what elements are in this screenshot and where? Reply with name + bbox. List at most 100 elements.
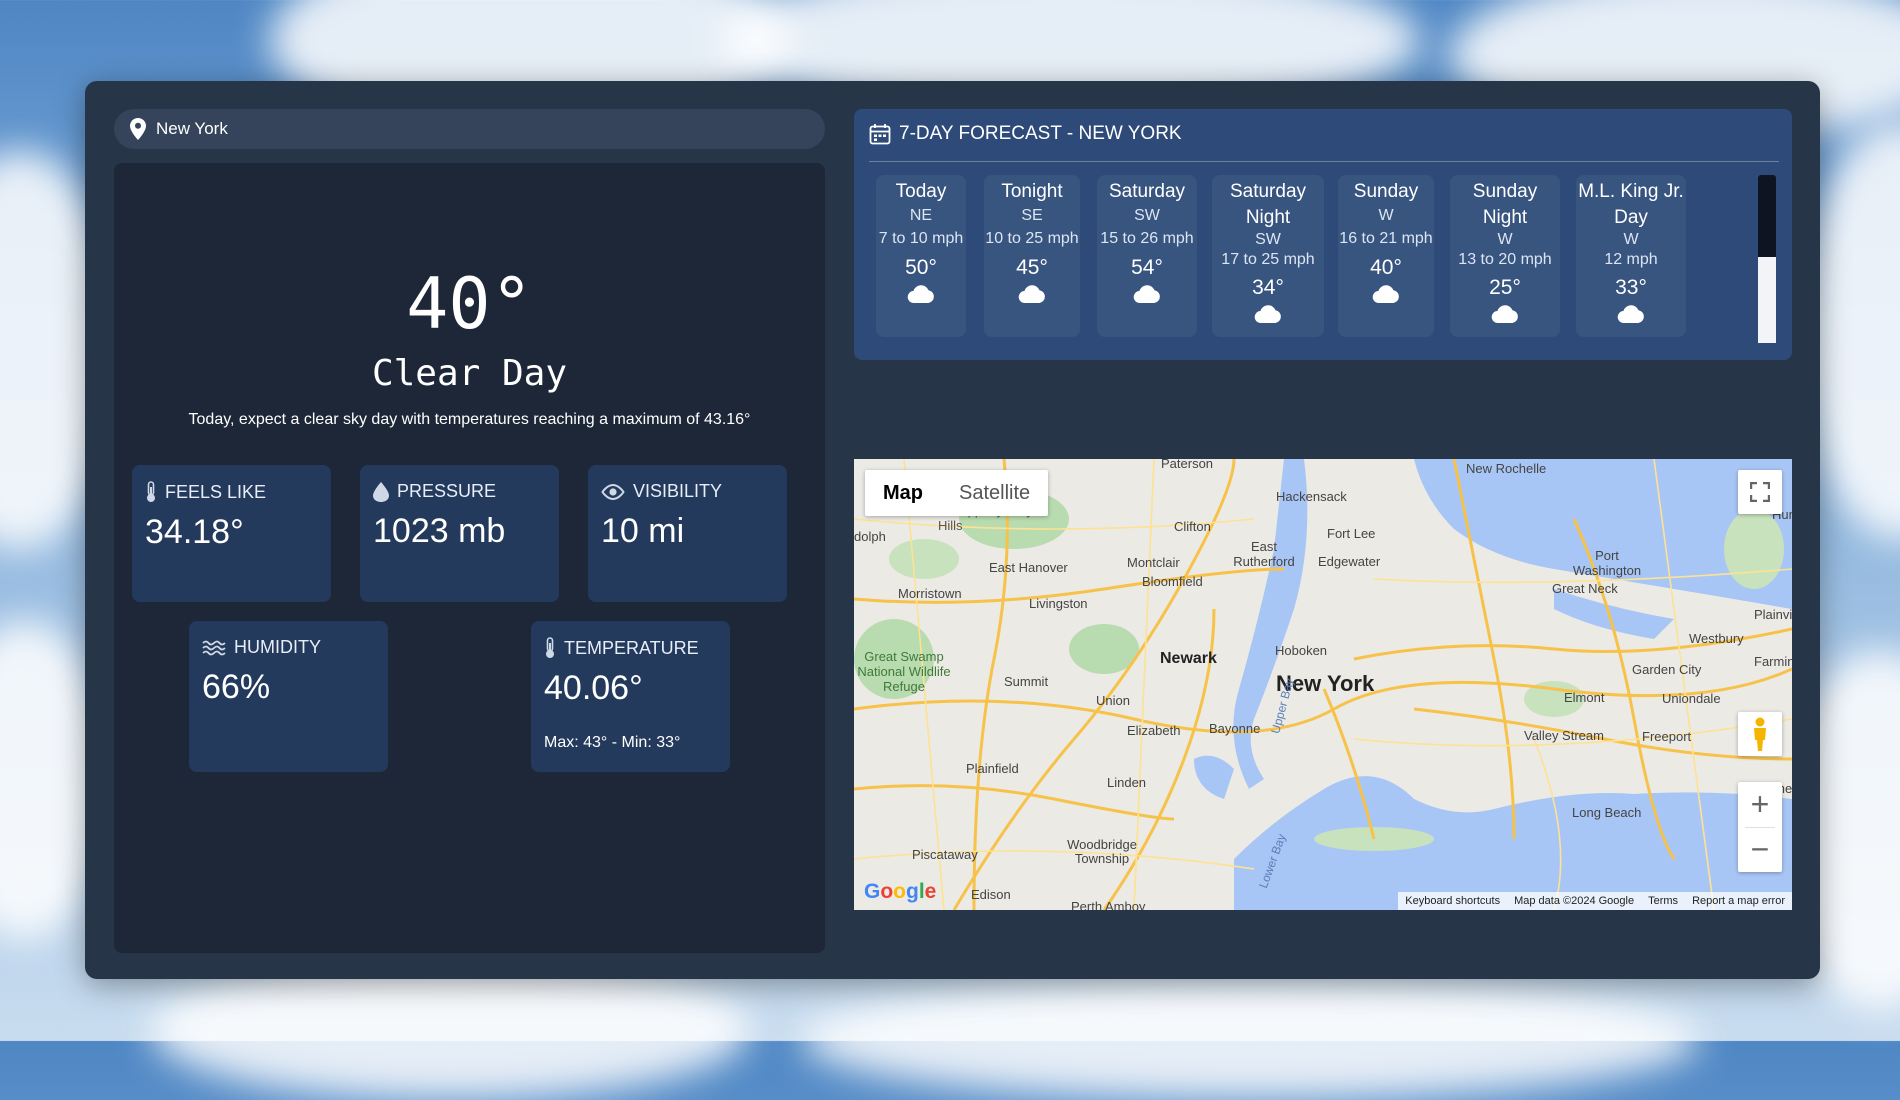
map-label: East Hanover (989, 560, 1068, 575)
zoom-in-button[interactable]: + (1738, 782, 1782, 827)
map-label: Bloomfield (1142, 574, 1203, 589)
map-label: New Rochelle (1466, 461, 1547, 476)
wind-direction: W (1623, 231, 1639, 248)
cloud-icon (1254, 305, 1281, 323)
day-temperature: 25° (1489, 276, 1521, 299)
cloud-icon (1372, 285, 1399, 303)
map-label: Edgewater (1318, 554, 1381, 569)
location-pin-icon (130, 118, 146, 140)
zoom-control: + − (1738, 782, 1782, 872)
map-label: Valley Stream (1524, 728, 1604, 743)
map-label: Great Neck (1552, 581, 1618, 596)
wind-direction: W (1378, 207, 1394, 224)
current-condition: Clear Day (371, 353, 568, 394)
cloud-icon (1491, 305, 1518, 323)
pressure-value: 1023 mb (373, 512, 506, 550)
cloud-icon (1617, 305, 1644, 323)
map-label: Great Swamp National Wildlife Refuge (857, 649, 951, 694)
calendar-icon (869, 124, 891, 145)
map-data-credit: Map data ©2024 Google (1514, 895, 1635, 907)
cloud-icon (1133, 285, 1160, 303)
map-label: Elmont (1564, 690, 1605, 705)
map-label: Bayonne (1209, 721, 1261, 736)
wind-speed: 17 to 25 mph (1221, 251, 1315, 268)
map-label: dolph (854, 529, 886, 544)
map-type-map-button[interactable]: Map (865, 470, 941, 516)
map-label: Westbury (1689, 631, 1744, 646)
day-name: Saturday (1108, 181, 1186, 202)
map-label: Summit (1004, 674, 1049, 689)
temperature-card: TEMPERATURE 40.06° Max: 43° - Min: 33° (531, 621, 730, 772)
day-name: M.L. King Jr. Day (1578, 181, 1684, 228)
feels-like-label: FEELS LIKE (165, 481, 267, 502)
day-temperature: 45° (1016, 256, 1048, 279)
day-temperature: 54° (1131, 256, 1163, 279)
map-label: Union (1096, 693, 1130, 708)
map-label: Freeport (1642, 729, 1692, 744)
day-temperature: 40° (1370, 256, 1402, 279)
forecast-day: Saturday Night SW 17 to 25 mph 34° (1212, 175, 1324, 337)
map-label: Clifton (1174, 519, 1211, 534)
terms-link[interactable]: Terms (1641, 895, 1685, 907)
keyboard-shortcuts-link[interactable]: Keyboard shortcuts (1398, 895, 1507, 907)
visibility-label: VISIBILITY (633, 481, 723, 501)
forecast-day: Sunday Night W 13 to 20 mph 25° (1450, 175, 1560, 337)
google-logo[interactable]: Google (864, 880, 936, 904)
forecast-scrollbar[interactable] (1758, 175, 1776, 343)
forecast-day: Tonight SE 10 to 25 mph 45° (984, 175, 1080, 337)
fullscreen-button[interactable] (1738, 470, 1782, 514)
map-label: Edison (971, 887, 1011, 902)
scrollbar-thumb[interactable] (1758, 257, 1776, 343)
visibility-value: 10 mi (601, 512, 685, 550)
forecast-day: Today NE 7 to 10 mph 50° (876, 175, 966, 337)
forecast-day: Sunday W 16 to 21 mph 40° (1338, 175, 1434, 337)
map-label: Perth Amboy (1071, 899, 1146, 910)
wind-direction: SW (1255, 231, 1281, 248)
pressure-card: PRESSURE 1023 mb (360, 465, 559, 602)
map[interactable]: New York Newark Paterson New Rochelle Ha… (854, 459, 1792, 910)
map-label: Newark (1160, 650, 1217, 667)
weather-panel: New York 40° Clear Day Today, expect a c… (85, 81, 1820, 979)
location-bar[interactable]: New York (114, 109, 825, 149)
feels-like-card: FEELS LIKE 34.18° (132, 465, 331, 602)
day-name: Sunday (1353, 181, 1419, 202)
humidity-value: 66% (202, 668, 271, 706)
map-type-control[interactable]: Map Satellite (865, 470, 1049, 516)
current-temperature: 40° (406, 263, 533, 345)
day-temperature: 33° (1615, 276, 1647, 299)
day-name: Sunday Night (1472, 181, 1538, 228)
map-type-satellite-button[interactable]: Satellite (941, 470, 1048, 516)
wind-speed: 15 to 26 mph (1100, 230, 1194, 247)
map-label: Hoboken (1275, 643, 1328, 658)
street-view-button[interactable] (1738, 712, 1782, 756)
map-label: Plainfield (966, 761, 1019, 776)
thermometer-icon (546, 637, 554, 658)
cloud-icon (1018, 285, 1045, 303)
cloud-icon (907, 285, 934, 303)
wind-speed: 16 to 21 mph (1339, 230, 1433, 247)
zoom-out-button[interactable]: − (1738, 827, 1782, 872)
day-name: Today (895, 181, 947, 202)
report-error-link[interactable]: Report a map error (1685, 895, 1792, 907)
day-name: Saturday Night (1229, 181, 1307, 228)
pressure-label: PRESSURE (397, 481, 497, 501)
eye-icon (601, 483, 625, 500)
forecast-title-text: 7-DAY FORECAST - NEW YORK (899, 123, 1182, 144)
location-name: New York (156, 119, 228, 138)
map-label: Elizabeth (1127, 723, 1181, 738)
day-temperature: 50° (905, 256, 937, 279)
map-label: Linden (1107, 775, 1147, 790)
temperature-label: TEMPERATURE (564, 637, 699, 658)
map-label: Morristown (898, 586, 962, 601)
temperature-range: Max: 43° - Min: 33° (544, 734, 681, 751)
wind-direction: W (1497, 231, 1513, 248)
map-attribution: Keyboard shortcuts Map data ©2024 Google… (1398, 892, 1792, 910)
day-temperature: 34° (1252, 276, 1284, 299)
fullscreen-icon (1750, 482, 1770, 502)
droplet-icon (373, 481, 389, 502)
humidity-card: HUMIDITY 66% (189, 621, 388, 772)
wind-direction: SW (1134, 207, 1160, 224)
weather-summary: Today, expect a clear sky day with tempe… (188, 411, 751, 428)
forecast-title: 7-DAY FORECAST - NEW YORK (869, 123, 1182, 145)
wind-speed: 13 to 20 mph (1458, 251, 1552, 268)
